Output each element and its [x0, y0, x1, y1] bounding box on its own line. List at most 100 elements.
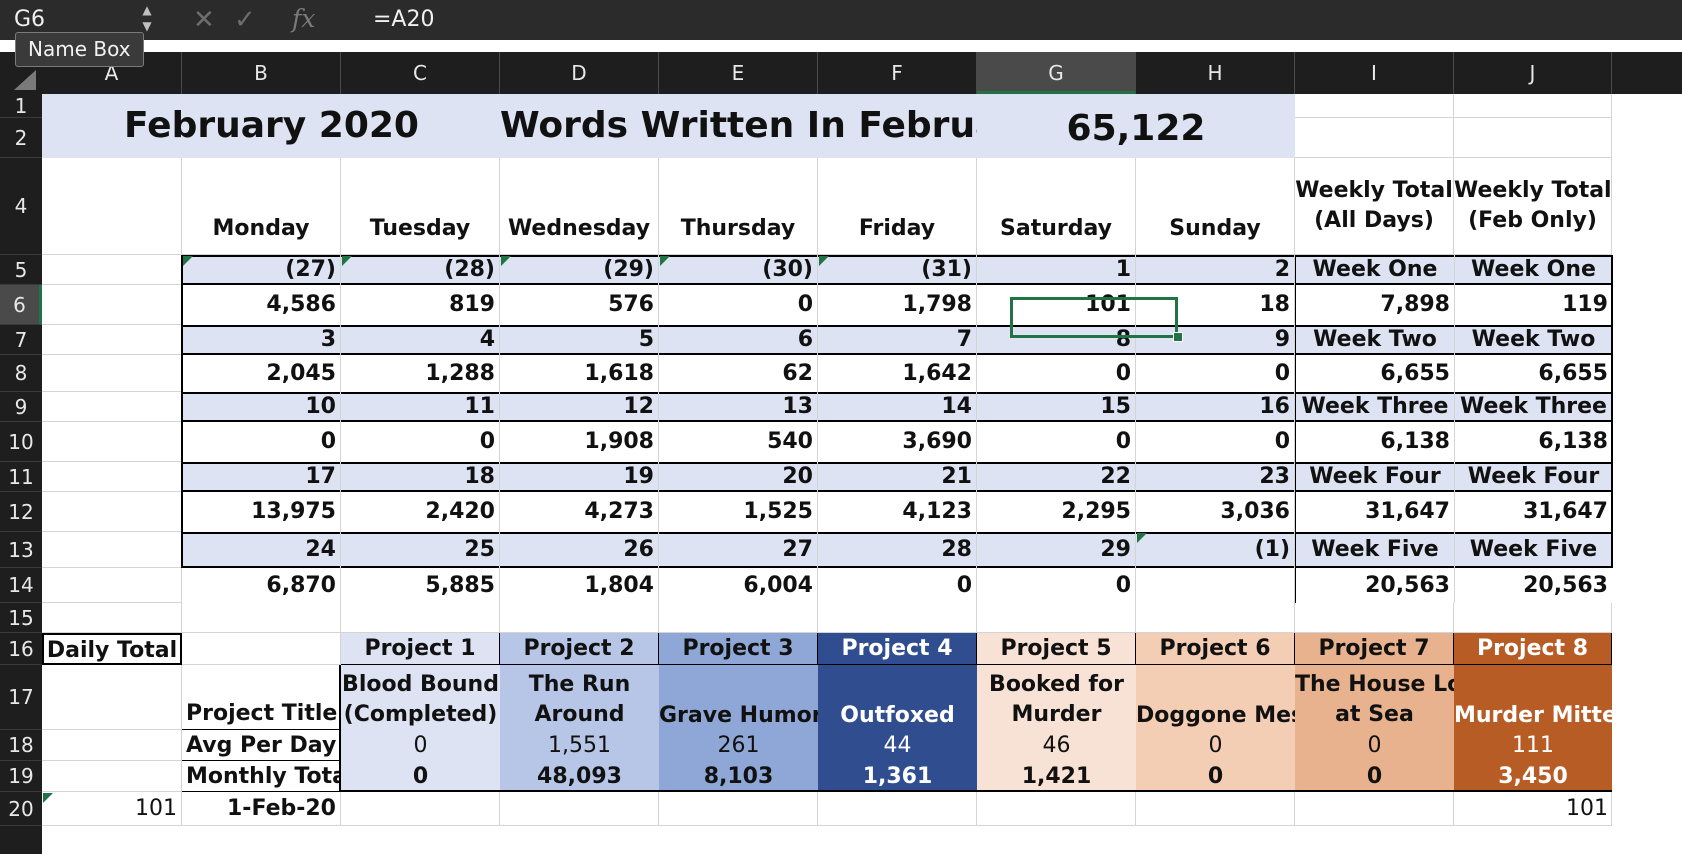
project-avg-per-day[interactable]: 44 [818, 730, 977, 761]
cell-j15[interactable] [1454, 603, 1612, 633]
row-header-2[interactable]: 2 [0, 118, 42, 158]
date-cell[interactable]: 29 [977, 532, 1136, 568]
date-cell[interactable]: 13 [659, 392, 818, 422]
cell-a11[interactable] [42, 462, 182, 492]
cell-i2[interactable] [1295, 118, 1454, 158]
words-cell[interactable]: 2,420 [341, 492, 500, 532]
column-header-b[interactable]: B [182, 52, 341, 94]
date-cell[interactable]: 5 [500, 325, 659, 355]
project-header[interactable]: Project 4 [818, 633, 977, 665]
week-label-feb[interactable]: Week Three [1454, 392, 1612, 422]
project-header[interactable]: Project 8 [1454, 633, 1612, 665]
week-total-feb[interactable]: 20,563 [1454, 568, 1612, 603]
project-title[interactable]: Booked for Murder [977, 665, 1136, 730]
project-avg-per-day[interactable]: 261 [659, 730, 818, 761]
comment-indicator-icon[interactable] [501, 256, 511, 266]
cell-a17[interactable] [42, 665, 182, 730]
column-header-h[interactable]: H [1136, 52, 1295, 94]
words-cell[interactable]: 6,004 [659, 568, 818, 603]
weekly-total-header-feb[interactable]: Weekly Total (Feb Only) [1454, 158, 1612, 255]
week-total-feb[interactable]: 119 [1454, 285, 1612, 325]
words-cell[interactable]: 0 [977, 568, 1136, 603]
date-cell[interactable]: 28 [818, 532, 977, 568]
words-cell[interactable]: 1,525 [659, 492, 818, 532]
date-cell[interactable]: 17 [182, 462, 341, 492]
words-cell[interactable]: 0 [818, 568, 977, 603]
project-header[interactable]: Project 2 [500, 633, 659, 665]
cell-j20-value[interactable]: 101 [1454, 792, 1612, 826]
date-cell[interactable]: (1) [1136, 532, 1295, 568]
date-cell[interactable]: 11 [341, 392, 500, 422]
row-header-15[interactable]: 15 [0, 603, 42, 633]
column-header-g[interactable]: G [977, 52, 1136, 94]
words-cell[interactable]: 3,690 [818, 422, 977, 462]
cell-a6[interactable] [42, 285, 182, 325]
week-label-all[interactable]: Week Four [1295, 462, 1454, 492]
project-header[interactable]: Project 1 [341, 633, 500, 665]
cell-a13[interactable] [42, 532, 182, 568]
project-monthly-total[interactable]: 0 [1136, 761, 1295, 792]
date-cell[interactable]: 18 [341, 462, 500, 492]
date-cell[interactable]: 21 [818, 462, 977, 492]
daily-total-label[interactable]: Daily Total [42, 633, 182, 665]
cell-h15[interactable] [1136, 603, 1295, 633]
date-cell[interactable]: 4 [341, 325, 500, 355]
cell-f15[interactable] [818, 603, 977, 633]
cell-c15[interactable] [341, 603, 500, 633]
words-cell[interactable]: 2,295 [977, 492, 1136, 532]
words-cell[interactable]: 6,870 [182, 568, 341, 603]
words-cell[interactable]: 0 [341, 422, 500, 462]
row-header-17[interactable]: 17 [0, 665, 42, 730]
cell-h20[interactable] [1136, 792, 1295, 826]
project-title[interactable]: Outfoxed [818, 665, 977, 730]
week-total-all[interactable]: 20,563 [1295, 568, 1454, 603]
row-header-10[interactable]: 10 [0, 422, 42, 462]
cell-g20[interactable] [977, 792, 1136, 826]
row-header-14[interactable]: 14 [0, 568, 42, 603]
project-monthly-total[interactable]: 1,361 [818, 761, 977, 792]
project-header[interactable]: Project 7 [1295, 633, 1454, 665]
comment-indicator-icon[interactable] [342, 256, 352, 266]
fill-handle[interactable] [1173, 332, 1183, 342]
cell-i1[interactable] [1295, 94, 1454, 118]
date-cell[interactable]: 2 [1136, 255, 1295, 285]
cell-a5[interactable] [42, 255, 182, 285]
row-header-19[interactable]: 19 [0, 761, 42, 792]
row-header-8[interactable]: 8 [0, 355, 42, 392]
day-header-friday[interactable]: Friday [818, 158, 977, 255]
words-cell[interactable]: 4,586 [182, 285, 341, 325]
column-header-d[interactable]: D [500, 52, 659, 94]
week-label-all[interactable]: Week One [1295, 255, 1454, 285]
project-monthly-total[interactable]: 0 [341, 761, 500, 792]
cell-i20[interactable] [1295, 792, 1454, 826]
week-total-feb[interactable]: 6,655 [1454, 355, 1612, 392]
row-header-6[interactable]: 6 [0, 285, 42, 325]
project-avg-per-day[interactable]: 1,551 [500, 730, 659, 761]
avg-per-day-label[interactable]: Avg Per Day [182, 730, 341, 761]
weekly-total-header-all[interactable]: Weekly Total (All Days) [1295, 158, 1454, 255]
words-cell[interactable]: 13,975 [182, 492, 341, 532]
week-total-feb[interactable]: 6,138 [1454, 422, 1612, 462]
day-header-monday[interactable]: Monday [182, 158, 341, 255]
date-cell[interactable]: (30) [659, 255, 818, 285]
comment-indicator-icon[interactable] [660, 256, 670, 266]
cell-j1[interactable] [1454, 94, 1612, 118]
cell-f20[interactable] [818, 792, 977, 826]
column-header-f[interactable]: F [818, 52, 977, 94]
row-header-12[interactable]: 12 [0, 492, 42, 532]
words-cell[interactable]: 4,273 [500, 492, 659, 532]
date-cell[interactable]: 24 [182, 532, 341, 568]
date-cell[interactable]: 7 [818, 325, 977, 355]
words-cell[interactable]: 0 [977, 355, 1136, 392]
project-monthly-total[interactable]: 3,450 [1454, 761, 1612, 792]
day-header-saturday[interactable]: Saturday [977, 158, 1136, 255]
cell-a12[interactable] [42, 492, 182, 532]
row-header-11[interactable]: 11 [0, 462, 42, 492]
week-total-feb[interactable]: 31,647 [1454, 492, 1612, 532]
row-header-9[interactable]: 9 [0, 392, 42, 422]
cell-b16[interactable] [182, 633, 341, 665]
words-cell[interactable]: 1,618 [500, 355, 659, 392]
words-cell[interactable]: 1,804 [500, 568, 659, 603]
cell-g15[interactable] [977, 603, 1136, 633]
row-header-20[interactable]: 20 [0, 792, 42, 826]
